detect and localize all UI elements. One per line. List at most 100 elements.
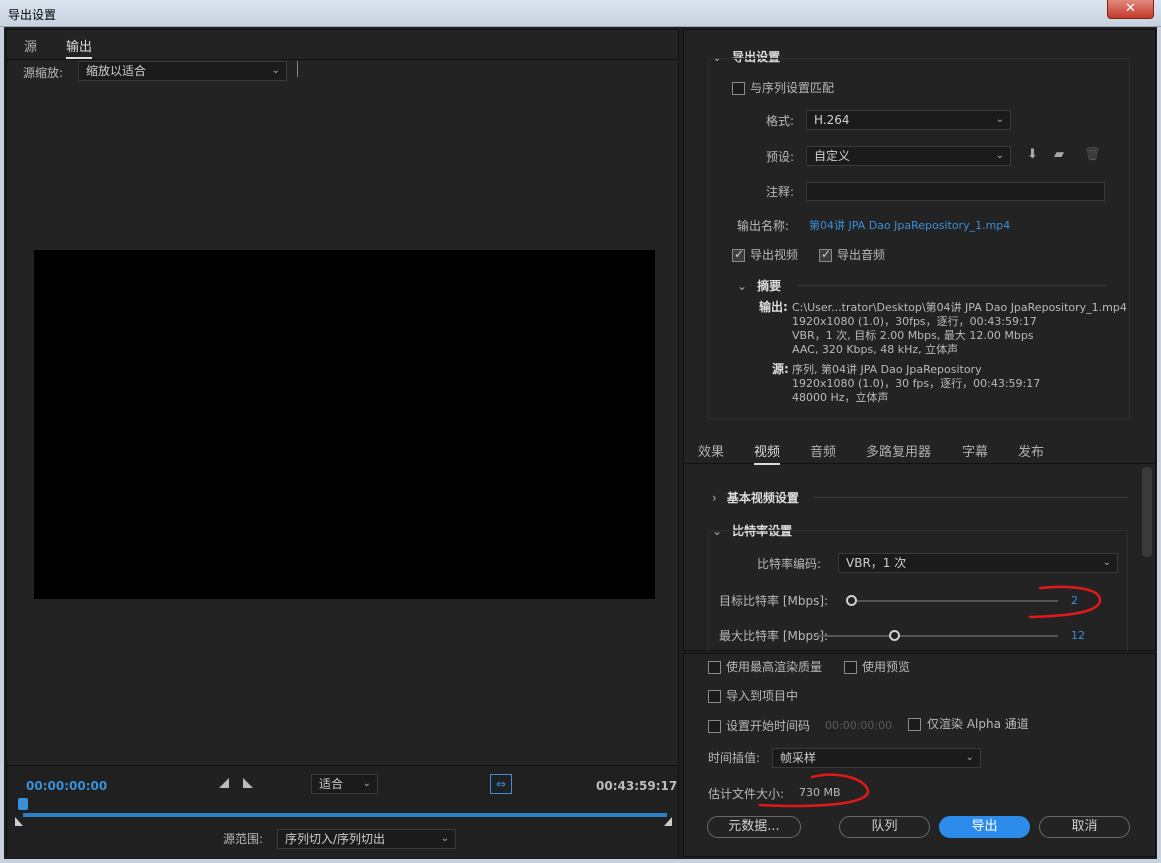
import-into-project-checkbox[interactable]: [708, 690, 721, 703]
target-bitrate-knob[interactable]: [846, 595, 857, 606]
chevron-down-icon: ⌄: [362, 778, 371, 789]
metadata-button[interactable]: 元数据...: [707, 816, 801, 838]
max-render-quality-checkbox[interactable]: [708, 661, 721, 674]
queue-button[interactable]: 队列: [839, 816, 930, 838]
preset-value: 自定义: [814, 149, 851, 163]
tab-multiplexer[interactable]: 多路复用器: [866, 441, 931, 460]
tab-effects[interactable]: 效果: [698, 441, 724, 460]
estimated-size-value: 730 MB: [799, 786, 841, 799]
tab-audio[interactable]: 音频: [810, 441, 836, 460]
cancel-button[interactable]: 取消: [1039, 816, 1130, 838]
fit-dropdown[interactable]: 适合 ⌄: [311, 774, 378, 794]
time-interpolation-label: 时间插值:: [708, 751, 761, 765]
summary-source-key: 源:: [772, 362, 789, 376]
bitrate-encoding-value: VBR，1 次: [846, 556, 907, 570]
start-timecode-field[interactable]: 00:00:00:00: [825, 719, 892, 732]
preview-tabs: 源 输出: [7, 30, 678, 60]
summary-output-key: 输出:: [759, 300, 788, 314]
timeline-track[interactable]: [23, 813, 667, 817]
use-previews-checkbox[interactable]: [844, 661, 857, 674]
target-bitrate-value[interactable]: 2: [1071, 594, 1078, 607]
set-start-timecode-label: 设置开始时间码: [726, 719, 811, 733]
bitrate-encoding-label: 比特率编码:: [757, 557, 822, 571]
summary-output-line: AAC, 320 Kbps, 48 kHz, 立体声: [792, 343, 959, 356]
preview-panel: 源 输出 源缩放: 缩放以适合 ⌄ 00:00:00:00 适合 ⌄ ⇔ 00:…: [6, 29, 679, 857]
in-point-handle[interactable]: [15, 817, 23, 826]
time-interpolation-dropdown[interactable]: 帧采样 ⌄: [772, 748, 981, 768]
max-bitrate-slider[interactable]: [816, 635, 1058, 637]
max-bitrate-label: 最大比特率 [Mbps]:: [719, 629, 829, 643]
summary-title: 摘要: [757, 279, 782, 293]
export-video-checkbox[interactable]: [732, 247, 745, 262]
summary-divider: [799, 285, 1105, 286]
divider: [297, 61, 298, 77]
format-dropdown[interactable]: H.264 ⌄: [806, 110, 1011, 130]
export-button[interactable]: 导出: [939, 816, 1030, 838]
source-range-dropdown[interactable]: 序列切入/序列切出 ⌄: [277, 829, 456, 849]
tab-video[interactable]: 视频: [754, 441, 781, 465]
mark-in-icon[interactable]: [219, 778, 229, 788]
max-bitrate-value[interactable]: 12: [1071, 629, 1085, 642]
export-audio-label: 导出音频: [837, 248, 886, 262]
timecode-end: 00:43:59:17: [596, 779, 678, 793]
match-sequence-label: 与序列设置匹配: [750, 81, 835, 95]
settings-scrollbar[interactable]: [1142, 467, 1152, 557]
basic-video-header[interactable]: › 基本视频设置: [712, 489, 799, 506]
summary-source-line: 48000 Hz，立体声: [792, 391, 889, 404]
render-alpha-checkbox[interactable]: [908, 718, 921, 731]
chevron-down-icon: ⌄: [271, 65, 280, 76]
target-bitrate-label: 目标比特率 [Mbps]:: [719, 594, 829, 608]
settings-tabs: 效果 视频 音频 多路复用器 字幕 发布: [684, 438, 1155, 465]
tab-publish[interactable]: 发布: [1018, 441, 1044, 460]
window-title: 导出设置: [8, 8, 57, 22]
comments-field[interactable]: [806, 182, 1105, 201]
tab-output[interactable]: 输出: [66, 36, 93, 59]
use-previews-label: 使用预览: [862, 660, 911, 674]
source-scale-label: 源缩放:: [23, 66, 64, 80]
import-preset-icon[interactable]: ▰: [1054, 147, 1064, 162]
bitrate-encoding-dropdown[interactable]: VBR，1 次 ⌄: [838, 553, 1118, 573]
comments-label: 注释:: [766, 185, 795, 199]
target-bitrate-slider[interactable]: [852, 600, 1058, 602]
max-render-quality-label: 使用最高渲染质量: [726, 660, 823, 674]
time-interpolation-value: 帧采样: [780, 751, 817, 765]
out-point-handle[interactable]: [664, 817, 672, 826]
match-sequence-checkbox[interactable]: [732, 82, 745, 95]
format-label: 格式:: [766, 114, 795, 128]
close-button[interactable]: ✕: [1107, 0, 1154, 19]
tab-captions[interactable]: 字幕: [962, 441, 988, 460]
format-value: H.264: [814, 113, 850, 127]
import-into-project-label: 导入到项目中: [726, 689, 799, 703]
tab-source[interactable]: 源: [24, 36, 37, 55]
chevron-down-icon: ⌄: [995, 114, 1004, 125]
source-scale-dropdown[interactable]: 缩放以适合 ⌄: [78, 61, 287, 81]
save-preset-icon[interactable]: ⬇: [1027, 147, 1038, 162]
timeline-bar: 00:00:00:00 适合 ⌄ ⇔ 00:43:59:17 源范围: 序列切入…: [7, 765, 678, 857]
basic-video-title: 基本视频设置: [726, 491, 799, 505]
chevron-down-icon: ⌄: [995, 150, 1004, 161]
export-audio-checkbox[interactable]: [819, 247, 832, 262]
aspect-fit-icon[interactable]: ⇔: [490, 774, 512, 794]
chevron-down-icon: ⌄: [737, 279, 748, 293]
max-bitrate-knob[interactable]: [889, 630, 900, 641]
preset-label: 预设:: [766, 150, 795, 164]
render-alpha-label: 仅渲染 Alpha 通道: [927, 717, 1029, 731]
fit-value: 适合: [319, 777, 344, 791]
set-start-timecode-checkbox[interactable]: [708, 720, 721, 733]
playhead-handle[interactable]: [18, 798, 28, 810]
summary-header[interactable]: ⌄ 摘要: [737, 277, 781, 294]
settings-panel: ⌄ 导出设置 与序列设置匹配 格式: H.264 ⌄ 预设: 自定义 ⌄ ⬇ ▰ …: [683, 29, 1156, 652]
timecode-start[interactable]: 00:00:00:00: [26, 779, 107, 793]
source-range-value: 序列切入/序列切出: [285, 832, 386, 846]
mark-out-icon[interactable]: [243, 778, 253, 788]
video-preview: [34, 250, 655, 599]
basic-video-divider: [814, 497, 1128, 498]
window-frame-left: [0, 27, 4, 863]
source-scale-value: 缩放以适合: [86, 64, 147, 78]
preset-dropdown[interactable]: 自定义 ⌄: [806, 146, 1011, 166]
delete-preset-icon[interactable]: 🗑: [1084, 147, 1101, 162]
chevron-down-icon: ⌄: [440, 833, 449, 844]
render-options-panel: 使用最高渲染质量 使用预览 导入到项目中 设置开始时间码 00:00:00:00…: [683, 653, 1156, 857]
window-frame-right: [1157, 27, 1161, 863]
output-name-link[interactable]: 第04讲 JPA Dao JpaRepository_1.mp4: [809, 217, 1010, 233]
